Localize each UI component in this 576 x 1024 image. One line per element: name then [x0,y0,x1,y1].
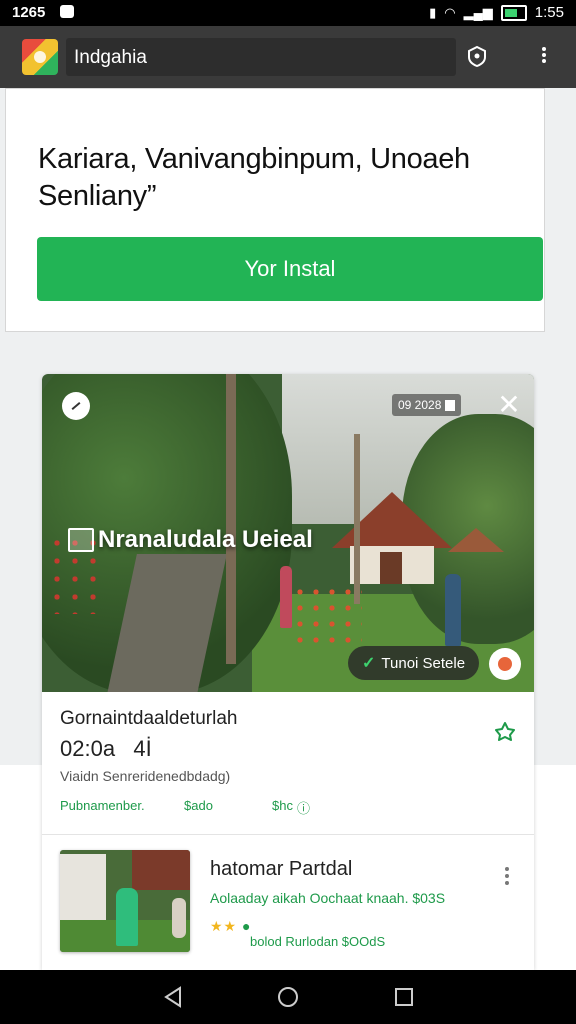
promo-text: Kariara, Vanivangbinpum, Unoaeh Senliany… [38,141,518,215]
favorite-icon[interactable] [494,720,516,742]
check-icon: ✓ [362,655,376,672]
photo-caption-text: Nranaludala Ueieal [98,526,313,553]
app-title-box[interactable]: Indgahia [66,38,456,76]
link-price-2[interactable]: $hc [272,798,293,817]
feature-time: 02:0a 4İ [60,736,152,761]
stars-icon: ★★ [210,918,238,934]
promo-line-1: Kariara, Vanivangbinpum, Unoaeh [38,143,470,175]
wifi-icon: ◠ [444,4,456,20]
house-illustration [332,492,452,584]
battery-icon [500,4,527,21]
edit-icon[interactable] [62,392,90,420]
feature-card[interactable]: 09 2028 ✕ Nranaludala Ueieal ✓ Tunoi Set… [42,374,534,970]
photo-tag: 09 2028 [392,394,462,416]
verify-chip[interactable]: ✓ Tunoi Setele [348,646,480,680]
bookmark-icon [445,399,456,411]
feature-subtitle: Viaidn Senreridenedbdadg) [60,768,231,784]
person-figure [445,574,461,646]
promo-line-2: Senliany” [38,180,157,212]
vibrate-icon: ▮ [429,4,437,20]
status-time-left: 1265 [12,4,46,21]
leaf-icon: ● [242,918,252,934]
more-vert-icon[interactable] [536,45,552,67]
clock-icon: ⓘ [296,801,310,816]
divider [42,834,534,835]
link-subscribe[interactable]: Pubnamenber. [60,798,184,817]
image-icon [68,528,94,552]
shield-icon[interactable] [466,45,488,67]
notification-icon [60,5,74,18]
status-icons: ▮ ◠ ▂▄▆ 1:55 [429,4,564,21]
person-figure [280,566,292,628]
status-bar: 1265 ▮ ◠ ▂▄▆ 1:55 [0,0,576,26]
list-item-meta: bolod Rurlodan $OOdS [250,934,386,949]
app-toolbar: Indgahia [0,26,576,88]
status-time-right: 1:55 [534,4,564,21]
photo-caption: Nranaludala Ueieal [68,526,313,554]
action-fab[interactable] [489,648,521,680]
link-price-1[interactable]: $ado [184,798,272,817]
verify-label: Tunoi Setele [381,654,466,672]
feature-links: Pubnamenber. $ado $hc ⓘ [60,798,520,817]
close-button[interactable]: ✕ [494,390,524,420]
app-title: Indgahia [74,47,147,68]
feature-photo[interactable]: 09 2028 ✕ Nranaludala Ueieal ✓ Tunoi Set… [42,374,534,692]
list-item-subtitle: Aolaaday aikah Oochaat knaah. $03S [210,890,446,906]
promo-card: Kariara, Vanivangbinpum, Unoaeh Senliany… [5,88,545,332]
feature-title: Gornaintdaaldeturlah [60,708,238,729]
rating-stars: ★★ ● [210,918,251,935]
back-icon[interactable] [158,982,188,1012]
list-item-thumbnail[interactable] [60,850,190,952]
photo-tag-text: 09 2028 [398,398,442,412]
signal-icon: ▂▄▆ [463,4,493,20]
recents-icon[interactable] [389,982,419,1012]
list-more-icon[interactable] [502,864,512,894]
system-nav-bar [0,970,576,1024]
app-logo-icon [22,39,58,75]
list-item-title[interactable]: hatomar Partdal [210,858,352,881]
install-button[interactable]: Yor Instal [37,237,543,301]
home-icon[interactable] [273,982,303,1012]
